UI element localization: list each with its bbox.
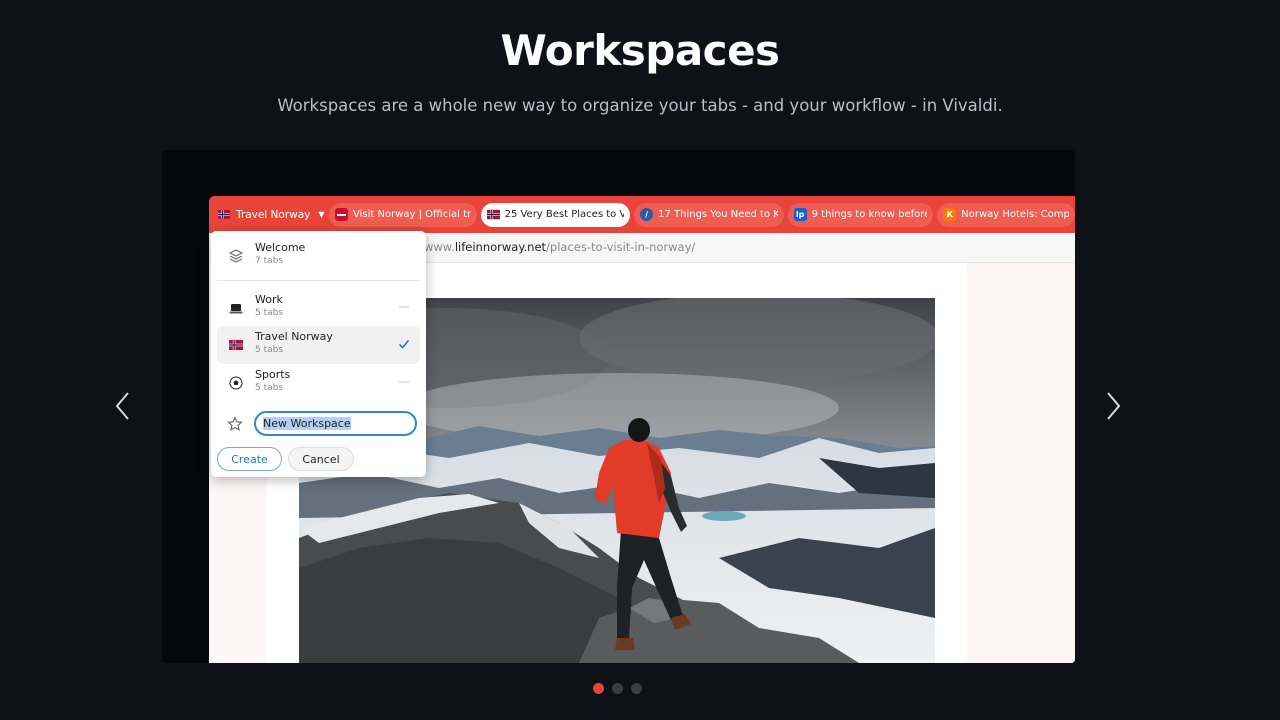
- page-subtitle: Workspaces are a whole new way to organi…: [277, 96, 1003, 115]
- workspace-item-work[interactable]: Work 5 tabs: [217, 289, 420, 327]
- tab-norway-hotels[interactable]: K Norway Hotels: Compare: [937, 202, 1075, 227]
- minus-icon: [399, 306, 409, 308]
- workspace-name: Travel Norway: [255, 330, 333, 343]
- soccer-ball-icon: [229, 376, 243, 390]
- checkmark-icon: [398, 339, 410, 349]
- chevron-right-icon: [1107, 392, 1121, 420]
- cancel-button[interactable]: Cancel: [288, 447, 354, 471]
- tab-label: 25 Very Best Places to Visit: [504, 209, 625, 220]
- previous-slide-button[interactable]: [110, 388, 136, 424]
- workspace-name: Sports: [255, 368, 291, 381]
- tab-visit-norway[interactable]: Visit Norway | Official travel: [329, 202, 477, 227]
- tab-things-to-know[interactable]: / 17 Things You Need to Know: [634, 202, 784, 227]
- tab-best-places[interactable]: 25 Very Best Places to Visit: [480, 202, 631, 227]
- carousel-dot-1[interactable]: [593, 683, 604, 694]
- chevron-left-icon: [115, 392, 129, 420]
- workspace-switcher[interactable]: Travel Norway ▼: [209, 196, 329, 233]
- carousel-pagination: [593, 683, 650, 694]
- page-margin: [967, 263, 1075, 663]
- create-button[interactable]: Create: [217, 447, 282, 471]
- norway-flag-icon: [335, 208, 349, 221]
- tab-bar: Travel Norway ▼ Visit Norway | Official …: [209, 196, 1075, 233]
- workspace-item-welcome[interactable]: Welcome 7 tabs: [217, 237, 420, 275]
- tab-label: 9 things to know before visiting: [811, 209, 928, 220]
- workspace-tab-count: 5 tabs: [255, 383, 284, 393]
- workspace-tab-count: 7 tabs: [255, 256, 284, 266]
- tab-label: Norway Hotels: Compare: [961, 209, 1069, 220]
- new-workspace-input[interactable]: New Workspace: [254, 411, 417, 436]
- url-text: www.lifeinnorway.net/places-to-visit-in-…: [424, 240, 696, 254]
- workspace-name: Welcome: [255, 241, 306, 254]
- norway-flag-icon: [218, 210, 230, 219]
- tab-nine-things[interactable]: lp 9 things to know before visiting: [787, 202, 934, 227]
- star-icon: [227, 416, 243, 432]
- compass-icon: /: [640, 208, 654, 221]
- tab-label: Visit Norway | Official travel: [353, 209, 471, 220]
- divider: [217, 280, 420, 281]
- tab-label: 17 Things You Need to Know: [658, 209, 778, 220]
- lp-icon: lp: [793, 208, 807, 221]
- page-title: Workspaces: [500, 26, 780, 75]
- carousel-dot-3[interactable]: [631, 683, 642, 694]
- workspace-switcher-label: Travel Norway: [236, 208, 311, 221]
- laptop-icon: [229, 304, 243, 314]
- norway-flag-icon: [229, 339, 243, 351]
- layers-icon: [229, 249, 243, 263]
- workspace-tab-count: 5 tabs: [255, 345, 284, 355]
- carousel-dot-2[interactable]: [612, 683, 623, 694]
- k-icon: K: [943, 208, 957, 221]
- workspace-tab-count: 5 tabs: [255, 308, 284, 318]
- caret-down-icon: ▼: [318, 210, 325, 219]
- workspace-name: Work: [255, 293, 283, 306]
- minus-icon: [399, 381, 409, 383]
- workspace-item-sports[interactable]: Sports 5 tabs: [217, 364, 420, 402]
- workspace-item-travel-norway[interactable]: Travel Norway 5 tabs: [217, 326, 420, 364]
- norway-flag-icon: [486, 209, 500, 220]
- next-slide-button[interactable]: [1100, 388, 1126, 424]
- workspace-popup: Welcome 7 tabs Work 5 tabs Travel Norway…: [211, 231, 426, 477]
